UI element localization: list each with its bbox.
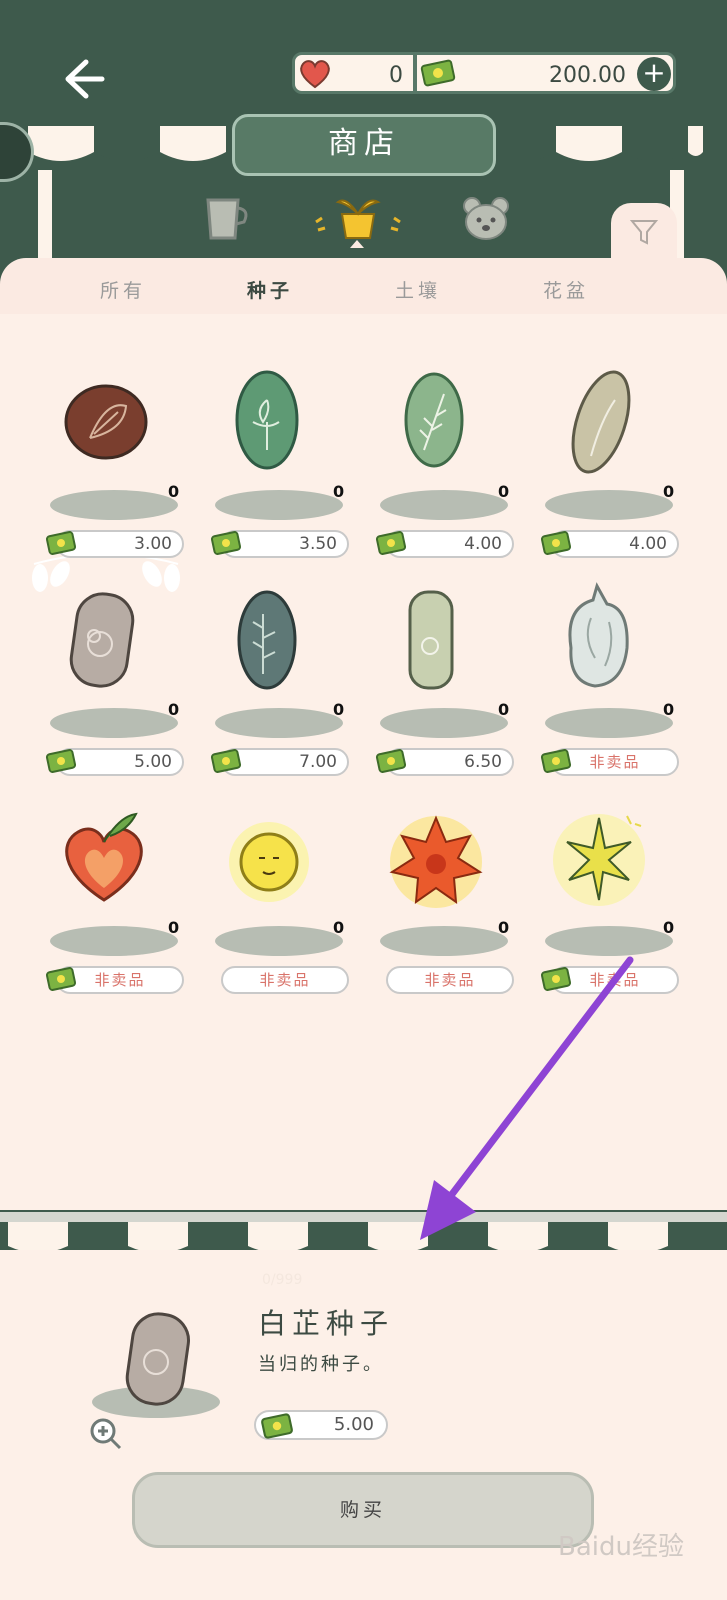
item-shadow [50, 490, 178, 520]
tab-soil[interactable]: 土壤 [395, 276, 441, 303]
item-shadow [50, 708, 178, 738]
seed-item[interactable]: 0 7.00 [205, 578, 375, 788]
beige-seed-icon [571, 370, 631, 474]
owned-count: 0 [333, 918, 345, 937]
watermark: Baidu经验 [558, 1532, 684, 1562]
money-icon [540, 749, 572, 773]
tab-all[interactable]: 所有 [100, 276, 146, 303]
awning-post-left [38, 170, 52, 262]
money-icon [540, 531, 572, 555]
item-name: 白芷种子 [258, 1307, 395, 1340]
cup-icon[interactable] [204, 196, 252, 242]
owned-count: 0 [333, 700, 345, 719]
seed-item[interactable]: 0 非卖品 [40, 796, 210, 1006]
money-icon [375, 531, 407, 555]
owned-count: 0 [498, 700, 510, 719]
seed-item[interactable]: 0 4.00 [370, 360, 540, 570]
money-icon [210, 531, 242, 555]
tab-bar: 所有 种子 土壤 花盆 [0, 262, 727, 316]
not-for-sale-tag: 非卖品 [221, 966, 349, 994]
buy-button[interactable]: 购买 [132, 1472, 594, 1548]
item-shadow [215, 926, 343, 956]
stock-count: 0/999 [262, 1272, 303, 1288]
plant-pot-icon[interactable] [308, 192, 408, 244]
seed-item[interactable]: 0 5.00 [40, 578, 210, 788]
category-icons [190, 192, 540, 248]
owned-count: 0 [663, 482, 675, 501]
angelica-seed-icon [69, 592, 135, 688]
add-money-button[interactable]: + [637, 57, 671, 91]
hearts-value: 0 [389, 63, 403, 88]
item-shadow [545, 708, 673, 738]
seed-item[interactable]: 0 6.50 [370, 578, 540, 788]
divider [413, 55, 417, 91]
seed-item[interactable]: 0 4.00 [535, 360, 705, 570]
yellow-smile-seed-icon [229, 822, 309, 902]
money-icon [45, 967, 77, 991]
heart-icon [300, 60, 330, 89]
orange-flower-seed-icon [389, 815, 483, 908]
currency-bar: 0 200.00 + [292, 52, 676, 94]
tab-seeds[interactable]: 种子 [247, 276, 293, 303]
item-shadow [215, 708, 343, 738]
owned-count: 0 [498, 918, 510, 937]
item-shadow [50, 926, 178, 956]
seed-item[interactable]: 0 3.50 [205, 360, 375, 570]
annotation-arrow-icon [420, 956, 634, 1240]
money-icon [375, 749, 407, 773]
item-shadow [380, 708, 508, 738]
seed-item[interactable]: 0 非卖品 [205, 796, 375, 1006]
filter-icon [629, 220, 659, 245]
owned-count: 0 [168, 482, 180, 501]
selected-indicator [350, 240, 364, 248]
white-crystal-seed-icon [568, 582, 629, 688]
pale-green-seed-icon [408, 590, 454, 690]
seed-item[interactable]: 0 3.00 [40, 360, 210, 570]
item-description: 当归的种子。 [258, 1354, 384, 1375]
heart-seed-icon [65, 812, 143, 902]
brown-leaf-seed-icon [64, 384, 148, 460]
money-icon [45, 531, 77, 555]
owned-count: 0 [663, 700, 675, 719]
money-value: 200.00 [549, 63, 626, 88]
star-seed-icon [553, 814, 645, 906]
green-mint-seed-icon [235, 370, 299, 470]
money-icon [45, 749, 77, 773]
owned-count: 0 [498, 482, 510, 501]
olive-sprig-seed-icon [404, 372, 464, 468]
blue-gray-seed-icon [237, 590, 297, 690]
tab-pots[interactable]: 花盆 [543, 276, 589, 303]
bear-icon[interactable] [460, 194, 512, 242]
owned-count: 0 [663, 918, 675, 937]
item-shadow [380, 490, 508, 520]
owned-count: 0 [168, 918, 180, 937]
filter-button[interactable] [611, 203, 677, 263]
zoom-icon[interactable] [88, 1416, 124, 1452]
back-arrow-icon[interactable] [58, 54, 108, 104]
seed-item[interactable]: 0 非卖品 [535, 578, 705, 788]
owned-count: 0 [333, 482, 345, 501]
item-shadow [545, 490, 673, 520]
money-icon [261, 1413, 293, 1439]
money-icon [420, 59, 456, 87]
money-icon [210, 749, 242, 773]
page-title: 商店 [232, 114, 496, 176]
owned-count: 0 [168, 700, 180, 719]
item-shadow [215, 490, 343, 520]
